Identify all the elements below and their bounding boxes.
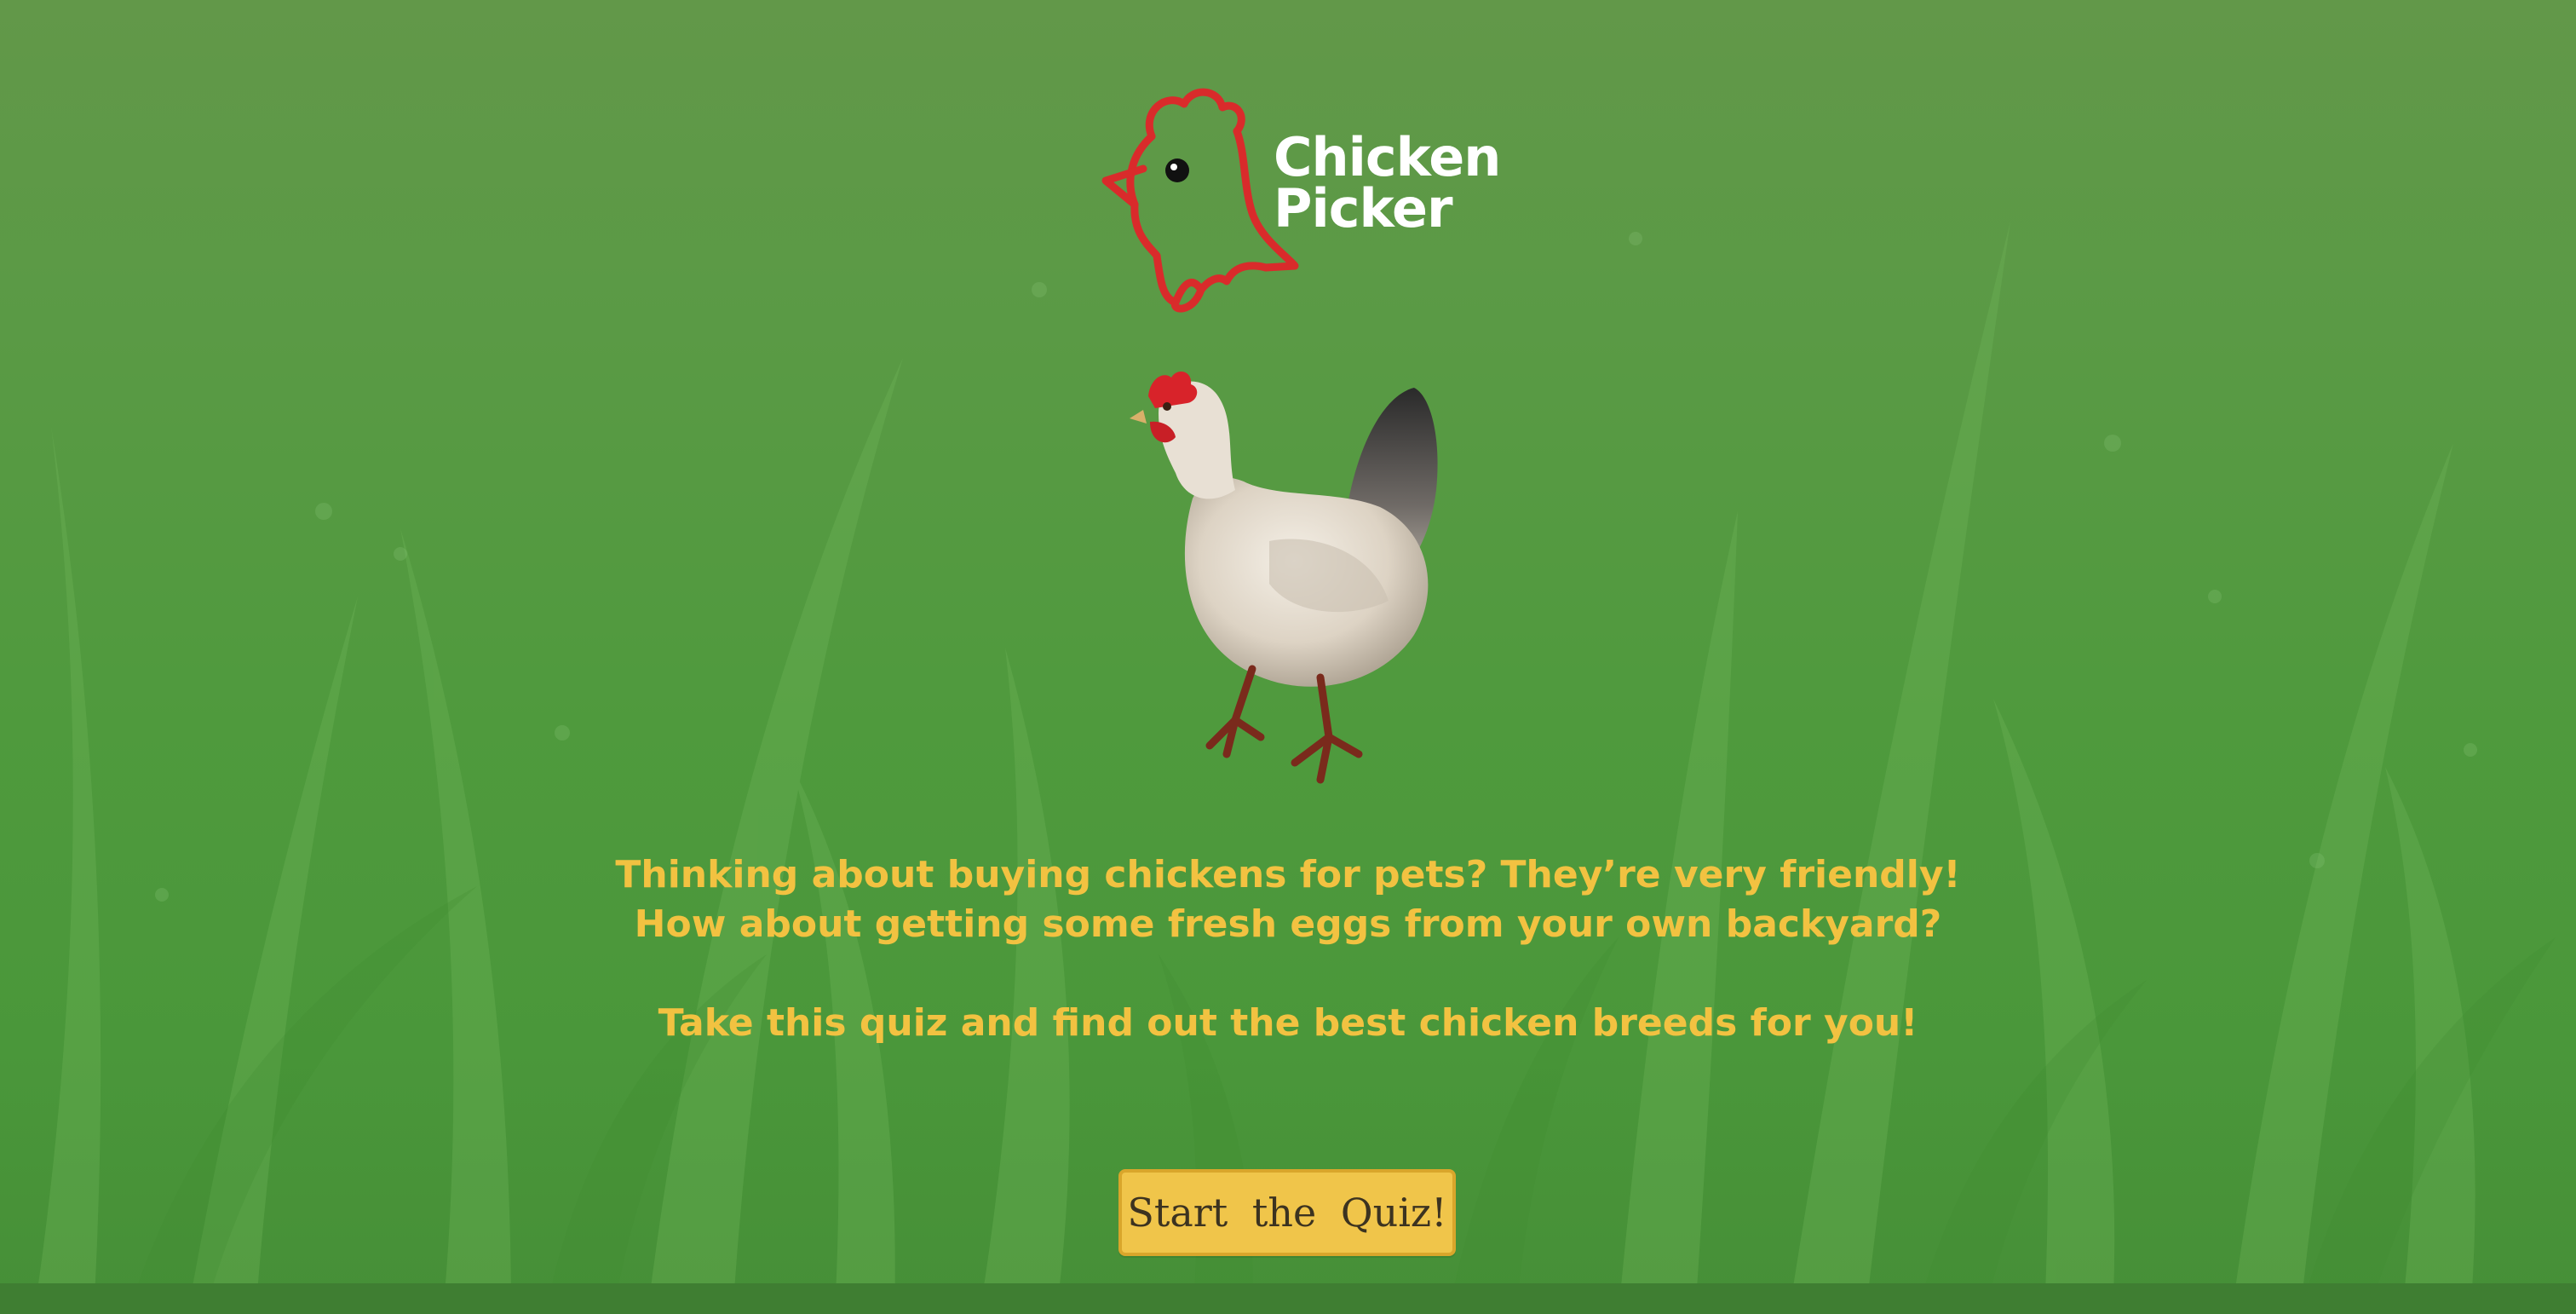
logo-line-2: Picker [1274, 177, 1453, 239]
chicken-picker-logo[interactable]: Chicken Picker [1099, 85, 1501, 315]
logo-text: Chicken Picker [1274, 126, 1501, 239]
intro-line-2: How about getting some fresh eggs from y… [634, 902, 1942, 946]
logo-line-1: Chicken [1274, 126, 1501, 188]
intro-line-3: Take this quiz and find out the best chi… [658, 1001, 1918, 1045]
intro-spacer [521, 949, 2055, 999]
intro-line-1: Thinking about buying chickens for pets?… [615, 853, 1961, 896]
chicken-head-outline-icon [1101, 88, 1299, 313]
intro-text: Thinking about buying chickens for pets?… [521, 850, 2055, 1048]
start-quiz-button[interactable]: Start the Quiz! [1118, 1169, 1456, 1256]
hen-illustration-icon [1130, 372, 1438, 784]
footer-bar [0, 1283, 2576, 1314]
